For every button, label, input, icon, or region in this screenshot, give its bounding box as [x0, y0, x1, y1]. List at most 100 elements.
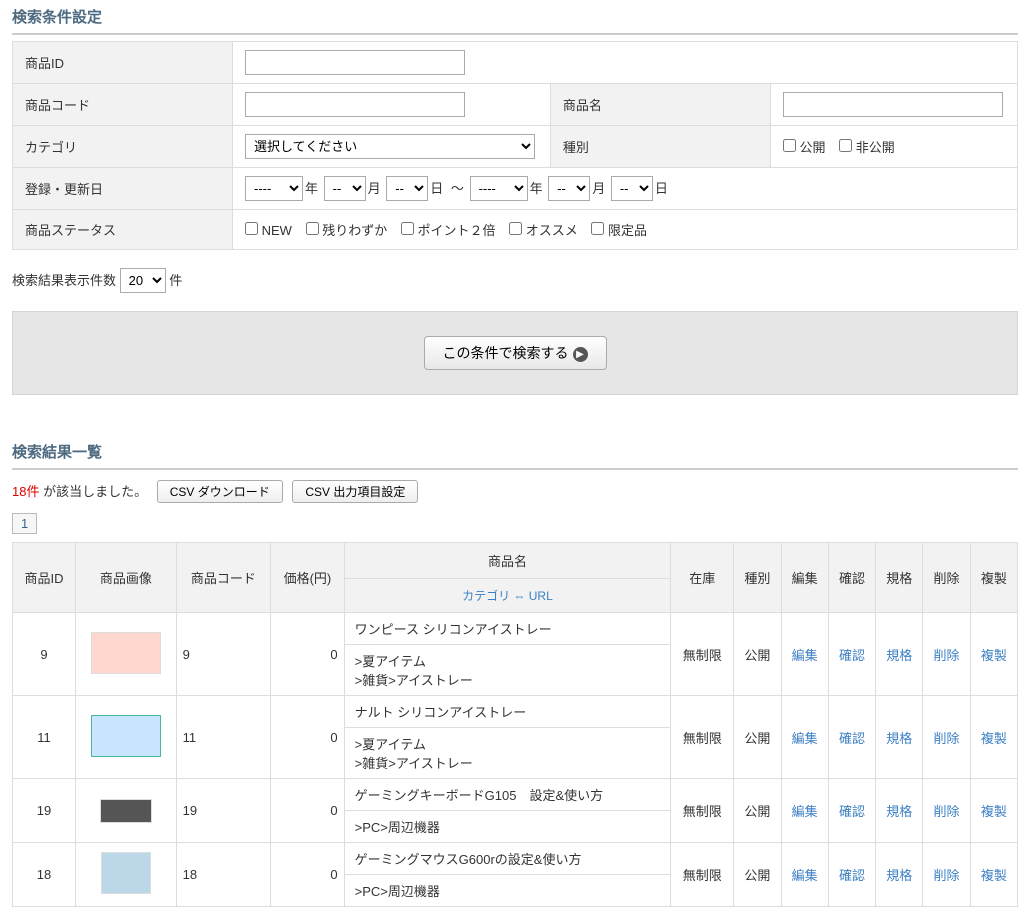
result-info: 18件 が該当しました。 CSV ダウンロード CSV 出力項目設定: [12, 480, 1018, 503]
status-limited-checkbox[interactable]: [591, 222, 604, 235]
cell-price: 0: [271, 613, 345, 696]
cell-category: >夏アイテム >雑貨>アイストレー: [344, 645, 671, 696]
table-row: 11110ナルト シリコンアイストレー無制限公開編集確認規格削除複製: [13, 696, 1018, 728]
date-to-day[interactable]: --: [611, 176, 653, 201]
cell-name: ナルト シリコンアイストレー: [344, 696, 671, 728]
confirm-link[interactable]: 確認: [839, 648, 865, 663]
cell-image: [76, 696, 177, 779]
copy-link[interactable]: 複製: [981, 868, 1007, 883]
page-count-select[interactable]: 20: [120, 268, 166, 293]
search-button[interactable]: この条件で検索する▶: [424, 336, 607, 370]
cell-name: ゲーミングキーボードG105 設定&使い方: [344, 779, 671, 811]
status-new-checkbox[interactable]: [245, 222, 258, 235]
cell-image: [76, 613, 177, 696]
page-1[interactable]: 1: [12, 513, 37, 534]
cell-category: >PC>周辺機器: [344, 875, 671, 907]
copy-link[interactable]: 複製: [981, 804, 1007, 819]
search-section-title: 検索条件設定: [12, 0, 1018, 35]
date-to-month[interactable]: --: [548, 176, 590, 201]
kind-label: 種別: [550, 126, 770, 168]
spec-link[interactable]: 規格: [886, 731, 912, 746]
table-row: 18180ゲーミングマウスG600rの設定&使い方無制限公開編集確認規格削除複製: [13, 843, 1018, 875]
page-count-row: 検索結果表示件数 20 件: [12, 268, 1018, 293]
date-from-month[interactable]: --: [324, 176, 366, 201]
cell-id: 11: [13, 696, 76, 779]
status-label: 商品ステータス: [13, 210, 233, 250]
edit-link[interactable]: 編集: [792, 804, 818, 819]
cell-kind: 公開: [734, 696, 781, 779]
status-osusume-checkbox[interactable]: [509, 222, 522, 235]
delete-link[interactable]: 削除: [934, 648, 960, 663]
product-code-input[interactable]: [245, 92, 465, 117]
confirm-link[interactable]: 確認: [839, 731, 865, 746]
delete-link[interactable]: 削除: [934, 868, 960, 883]
col-kind: 種別: [734, 543, 781, 613]
table-row: 990ワンピース シリコンアイストレー無制限公開編集確認規格削除複製: [13, 613, 1018, 645]
edit-link[interactable]: 編集: [792, 648, 818, 663]
col-name: 商品名: [344, 543, 671, 579]
col-edit: 編集: [781, 543, 828, 613]
cell-price: 0: [271, 843, 345, 907]
status-point2-checkbox[interactable]: [401, 222, 414, 235]
kind-public-checkbox[interactable]: [783, 139, 796, 152]
cell-code: 9: [176, 613, 271, 696]
col-cat-url[interactable]: カテゴリ ⇔ URL: [344, 579, 671, 613]
cell-stock: 無制限: [671, 613, 734, 696]
kind-private-checkbox[interactable]: [839, 139, 852, 152]
edit-link[interactable]: 編集: [792, 731, 818, 746]
delete-link[interactable]: 削除: [934, 731, 960, 746]
kind-private-label[interactable]: 非公開: [839, 140, 895, 155]
cell-price: 0: [271, 779, 345, 843]
cell-code: 19: [176, 779, 271, 843]
cell-id: 19: [13, 779, 76, 843]
cell-kind: 公開: [734, 779, 781, 843]
cell-stock: 無制限: [671, 696, 734, 779]
date-from-day[interactable]: --: [386, 176, 428, 201]
edit-link[interactable]: 編集: [792, 868, 818, 883]
csv-settings-button[interactable]: CSV 出力項目設定: [292, 480, 418, 503]
cell-name: ワンピース シリコンアイストレー: [344, 613, 671, 645]
product-thumbnail: [91, 632, 161, 674]
col-price: 価格(円): [271, 543, 345, 613]
confirm-link[interactable]: 確認: [839, 804, 865, 819]
category-select[interactable]: 選択してください: [245, 134, 535, 159]
spec-link[interactable]: 規格: [886, 804, 912, 819]
results-table: 商品ID 商品画像 商品コード 価格(円) 商品名 在庫 種別 編集 確認 規格…: [12, 542, 1018, 907]
product-thumbnail: [100, 799, 152, 823]
chevron-right-icon: ▶: [573, 347, 588, 362]
product-name-input[interactable]: [783, 92, 1003, 117]
copy-link[interactable]: 複製: [981, 731, 1007, 746]
results-section-title: 検索結果一覧: [12, 435, 1018, 470]
cell-stock: 無制限: [671, 779, 734, 843]
cell-image: [76, 843, 177, 907]
spec-link[interactable]: 規格: [886, 648, 912, 663]
csv-download-button[interactable]: CSV ダウンロード: [157, 480, 283, 503]
delete-link[interactable]: 削除: [934, 804, 960, 819]
cell-kind: 公開: [734, 613, 781, 696]
cell-id: 9: [13, 613, 76, 696]
product-id-label: 商品ID: [13, 42, 233, 84]
category-label: カテゴリ: [13, 126, 233, 168]
confirm-link[interactable]: 確認: [839, 868, 865, 883]
col-image: 商品画像: [76, 543, 177, 613]
status-low-checkbox[interactable]: [306, 222, 319, 235]
col-code: 商品コード: [176, 543, 271, 613]
col-stock: 在庫: [671, 543, 734, 613]
cell-category: >夏アイテム >雑貨>アイストレー: [344, 728, 671, 779]
col-copy: 複製: [970, 543, 1017, 613]
date-from-year[interactable]: ----: [245, 176, 303, 201]
cell-code: 11: [176, 696, 271, 779]
spec-link[interactable]: 規格: [886, 868, 912, 883]
product-id-input[interactable]: [245, 50, 465, 75]
kind-public-label[interactable]: 公開: [783, 140, 826, 155]
product-thumbnail: [101, 852, 151, 894]
col-id: 商品ID: [13, 543, 76, 613]
cell-category: >PC>周辺機器: [344, 811, 671, 843]
cell-stock: 無制限: [671, 843, 734, 907]
cell-price: 0: [271, 696, 345, 779]
product-thumbnail: [91, 715, 161, 757]
date-to-year[interactable]: ----: [470, 176, 528, 201]
date-label: 登録・更新日: [13, 168, 233, 210]
cell-kind: 公開: [734, 843, 781, 907]
copy-link[interactable]: 複製: [981, 648, 1007, 663]
